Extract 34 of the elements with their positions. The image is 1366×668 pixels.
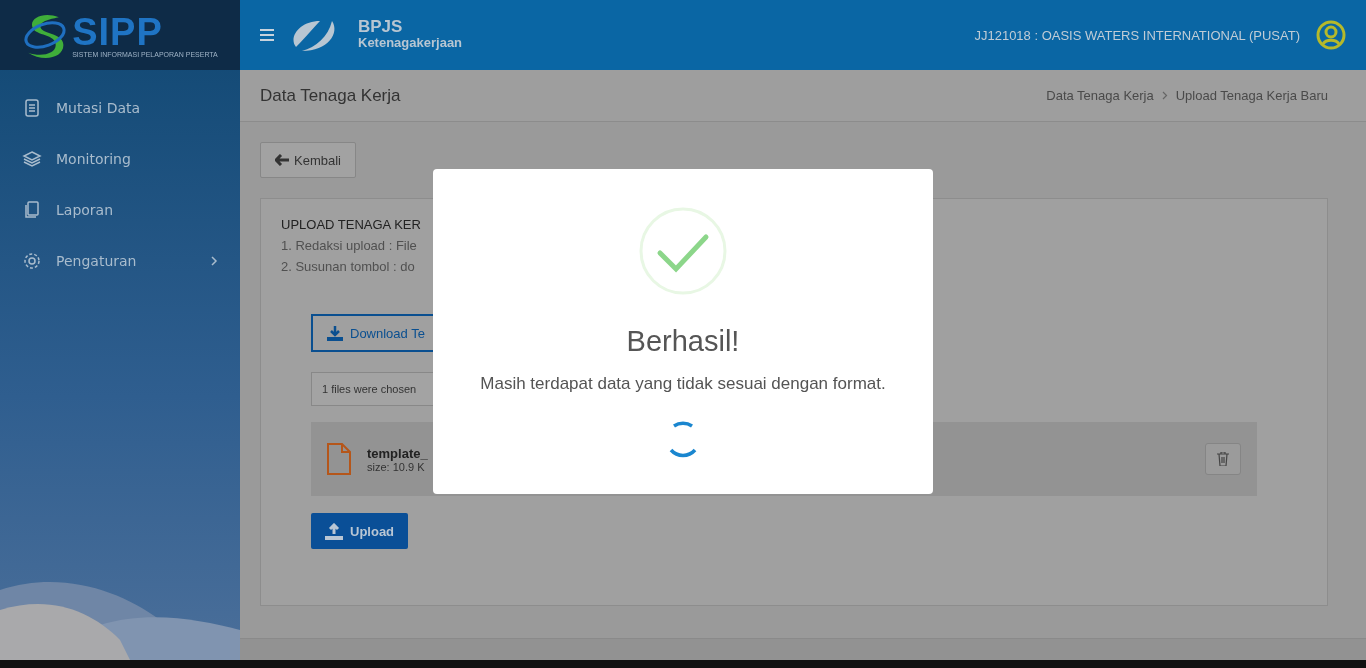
sidebar-item[interactable]: Laporan xyxy=(0,184,240,235)
dialog-title: Berhasil! xyxy=(626,325,740,358)
upload-button[interactable]: Upload xyxy=(311,513,409,549)
page-title: Data Tenaga Kerja xyxy=(260,85,402,106)
breadcrumb-item: Upload Tenaga Kerja Baru xyxy=(1175,88,1328,103)
layers-icon xyxy=(22,148,42,169)
check-circle-icon xyxy=(639,207,727,295)
file-name: template_ xyxy=(367,445,429,461)
sidebar-item[interactable]: Mutasi Data xyxy=(0,82,240,133)
logo-title: SIPP xyxy=(72,12,163,51)
dialog-message: Masih terdapat data yang tidak sesuai dengan format. xyxy=(480,374,886,394)
brand-subtitle: Ketenagakerjaan xyxy=(358,35,463,51)
file-icon xyxy=(327,443,351,475)
arrow-left-icon xyxy=(275,154,289,166)
download-icon xyxy=(327,325,343,341)
user-avatar-icon[interactable] xyxy=(1316,20,1346,50)
menu-icon[interactable] xyxy=(260,29,274,41)
chevron-icon xyxy=(1161,91,1168,100)
breadcrumb-item[interactable]: Data Tenaga Kerja xyxy=(1046,88,1154,103)
sidebar-item[interactable]: Pengaturan xyxy=(0,235,240,286)
settings-icon xyxy=(22,250,42,271)
instruction-note: 1. Redaksi upload : File xyxy=(281,238,418,253)
file-size: size: 10.9 K xyxy=(367,460,425,473)
delete-button[interactable] xyxy=(1205,443,1241,475)
brand-name: BPJS xyxy=(358,19,404,35)
document-icon xyxy=(22,97,42,118)
back-button[interactable]: Kembali xyxy=(260,142,356,178)
copy-icon xyxy=(22,199,42,220)
card-title: UPLOAD TENAGA KER xyxy=(281,217,422,232)
upload-icon xyxy=(325,522,343,540)
account-name: JJ121018 : OASIS WATERS INTERNATIONAL (PUSAT) xyxy=(974,27,1300,43)
instruction-note: 2. Susunan tombol : do xyxy=(281,259,416,274)
sidebar-item[interactable]: Monitoring xyxy=(0,133,240,184)
trash-icon xyxy=(1217,452,1229,466)
